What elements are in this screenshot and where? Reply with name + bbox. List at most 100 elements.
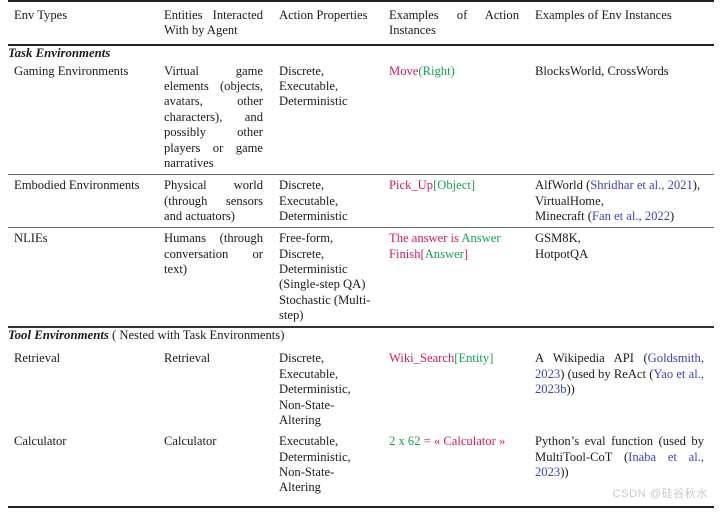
watermark: CSDN @硅谷秋水 bbox=[612, 488, 708, 500]
cell-env-instances: AlfWorld (Shridhar et al., 2021), Virtual… bbox=[529, 175, 714, 228]
column-header-label: Examples of Action Instances bbox=[389, 8, 519, 38]
entities-text: Retrieval bbox=[164, 351, 211, 366]
section-title: Task Environments bbox=[8, 45, 111, 60]
rich-line: A Wikipedia API (Goldsmith, 2023) (used … bbox=[535, 351, 704, 397]
env-type-text: Gaming Environments bbox=[14, 63, 129, 78]
text-segment-cite: Shridhar et al., 2021 bbox=[590, 178, 693, 193]
cell-entities: Humans (through conversation or text) bbox=[158, 228, 273, 327]
action-properties-text: Executable, Deterministic, Non-State-Alt… bbox=[279, 434, 351, 495]
cell-entities: Virtual game elements (objects, avatars,… bbox=[158, 61, 273, 175]
text-segment-arg: [Object] bbox=[433, 178, 476, 193]
action-examples-text: Move(Right) bbox=[383, 61, 529, 82]
action-properties-text: Discrete, Executable, Deterministic, Non… bbox=[279, 351, 351, 427]
cell-action-properties: Discrete, Executable, Deterministic bbox=[273, 175, 383, 228]
cell-env-type: Calculator bbox=[8, 431, 158, 498]
env-instances-text: Python’s eval function (used by MultiToo… bbox=[529, 431, 714, 483]
env-instances-text: GSM8K, HotpotQA bbox=[529, 228, 714, 265]
env-instances-text: AlfWorld (Shridhar et al., 2021), Virtual… bbox=[529, 175, 714, 227]
text-segment-plain: HotpotQA bbox=[535, 246, 589, 261]
section-title-row-task-environments: Task Environments bbox=[8, 46, 714, 61]
action-examples-text: The answer is Answer Finish[Answer] bbox=[383, 228, 529, 265]
column-header-2: Entities Interacted With by Agent bbox=[158, 2, 273, 45]
rich-line: Python’s eval function (used by MultiToo… bbox=[535, 434, 704, 480]
env-type-text: Embodied Environments bbox=[14, 178, 140, 193]
cell-env-instances: GSM8K, HotpotQA bbox=[529, 228, 714, 327]
entities-text: Physical world (through sensors and actu… bbox=[164, 178, 263, 223]
action-properties-text: Free-form, Discrete, Deterministic (Sing… bbox=[279, 231, 371, 323]
column-header-label: Env Types bbox=[14, 8, 68, 22]
entities-text: Virtual game elements (objects, avatars,… bbox=[164, 63, 263, 170]
cell-action-properties: Executable, Deterministic, Non-State-Alt… bbox=[273, 431, 383, 498]
rich-line: Finish[Answer] bbox=[389, 247, 519, 262]
text-segment-plain: ) (used by ReAct ( bbox=[560, 366, 654, 381]
column-header-label: Examples of Env Instances bbox=[535, 8, 672, 22]
rich-line: AlfWorld (Shridhar et al., 2021), bbox=[535, 178, 704, 193]
table-row: Retrieval Retrieval Discrete, Executable, … bbox=[8, 348, 714, 431]
text-segment-act: Pick_Up bbox=[389, 178, 434, 193]
action-properties-text: Discrete, Executable, Deterministic bbox=[279, 63, 348, 109]
rich-line: The answer is Answer bbox=[389, 231, 519, 246]
cell-action-examples: Pick_Up[Object] bbox=[383, 175, 529, 228]
cell-env-instances: BlocksWorld, CrossWords bbox=[529, 61, 714, 175]
text-segment-plain: GSM8K, bbox=[535, 231, 581, 246]
text-segment-arg: Right bbox=[422, 63, 451, 78]
section-title: Tool Environments bbox=[8, 328, 109, 343]
text-segment-arg: Answer bbox=[461, 231, 501, 246]
text-segment-act: The answer is bbox=[389, 231, 462, 246]
rich-line: Minecraft (Fan et al., 2022) bbox=[535, 209, 704, 224]
cell-action-properties: Free-form, Discrete, Deterministic (Sing… bbox=[273, 228, 383, 327]
action-examples-text: Pick_Up[Object] bbox=[383, 175, 529, 196]
cell-action-examples: Wiki_Search[Entity] bbox=[383, 348, 529, 431]
text-segment-act: Wiki_Search bbox=[389, 351, 455, 366]
env-types-table-container: Env Types Entities Interacted With by Age… bbox=[0, 0, 720, 515]
text-segment-plain: A Wikipedia API ( bbox=[535, 351, 648, 366]
text-segment-plain: ), bbox=[692, 178, 701, 193]
section-title-cell: Task Environments bbox=[8, 46, 714, 61]
rich-line: GSM8K, bbox=[535, 231, 704, 246]
cell-action-examples: The answer is Answer Finish[Answer] bbox=[383, 228, 529, 327]
section-title-row-tool-environments: Tool Environments ( Nested with Task Env… bbox=[8, 328, 714, 344]
text-segment-plain: AlfWorld ( bbox=[535, 178, 591, 193]
rich-line: Pick_Up[Object] bbox=[389, 178, 519, 193]
text-segment-arg: [Entity] bbox=[454, 351, 494, 366]
rich-line: BlocksWorld, CrossWords bbox=[535, 64, 704, 79]
table-row: Embodied Environments Physical world (thr… bbox=[8, 175, 714, 228]
text-segment-act: ] bbox=[463, 246, 469, 261]
column-header-5: Examples of Env Instances bbox=[529, 2, 714, 45]
text-segment-arg: 2 x 62 bbox=[389, 434, 424, 449]
table-row: NLIEs Humans (through conversation or tex… bbox=[8, 228, 714, 327]
action-examples-text: 2 x 62 = « Calculator » bbox=[383, 431, 529, 452]
rich-line: Move(Right) bbox=[389, 64, 519, 79]
cell-action-properties: Discrete, Executable, Deterministic bbox=[273, 61, 383, 175]
rich-line: HotpotQA bbox=[535, 247, 704, 262]
entities-text: Humans (through conversation or text) bbox=[164, 231, 263, 277]
section-note: ( Nested with Task Environments) bbox=[108, 328, 285, 343]
text-segment-plain: BlocksWorld, CrossWords bbox=[535, 63, 669, 78]
text-segment-plain: ) bbox=[670, 208, 675, 223]
env-type-text: NLIEs bbox=[14, 231, 48, 246]
cell-env-type: Gaming Environments bbox=[8, 61, 158, 175]
text-segment-act: Finish bbox=[389, 246, 421, 261]
entities-text: Calculator bbox=[164, 434, 217, 449]
cell-action-examples: 2 x 62 = « Calculator » bbox=[383, 431, 529, 498]
column-header-label: Entities Interacted With by Agent bbox=[164, 8, 263, 38]
column-header-1: Env Types bbox=[8, 2, 158, 45]
table-header-row: Env Types Entities Interacted With by Age… bbox=[8, 2, 714, 45]
text-segment-arg: Answer bbox=[424, 246, 464, 261]
action-properties-text: Discrete, Executable, Deterministic bbox=[279, 178, 348, 223]
rich-line: VirtualHome, bbox=[535, 194, 704, 209]
section-title-cell: Tool Environments ( Nested with Task Env… bbox=[8, 328, 714, 344]
cell-action-properties: Discrete, Executable, Deterministic, Non… bbox=[273, 348, 383, 431]
cell-env-type: Embodied Environments bbox=[8, 175, 158, 228]
cell-env-instances: A Wikipedia API (Goldsmith, 2023) (used … bbox=[529, 348, 714, 431]
action-examples-text: Wiki_Search[Entity] bbox=[383, 348, 529, 369]
cell-env-type: NLIEs bbox=[8, 228, 158, 327]
text-segment-plain: )) bbox=[560, 464, 569, 479]
env-type-text: Calculator bbox=[14, 434, 67, 449]
column-header-label: Action Properties bbox=[279, 8, 368, 22]
column-header-3: Action Properties bbox=[273, 2, 383, 45]
cell-entities: Calculator bbox=[158, 431, 273, 498]
env-types-table: Env Types Entities Interacted With by Age… bbox=[8, 0, 714, 499]
column-header-4: Examples of Action Instances bbox=[383, 2, 529, 45]
cell-entities: Physical world (through sensors and actu… bbox=[158, 175, 273, 228]
